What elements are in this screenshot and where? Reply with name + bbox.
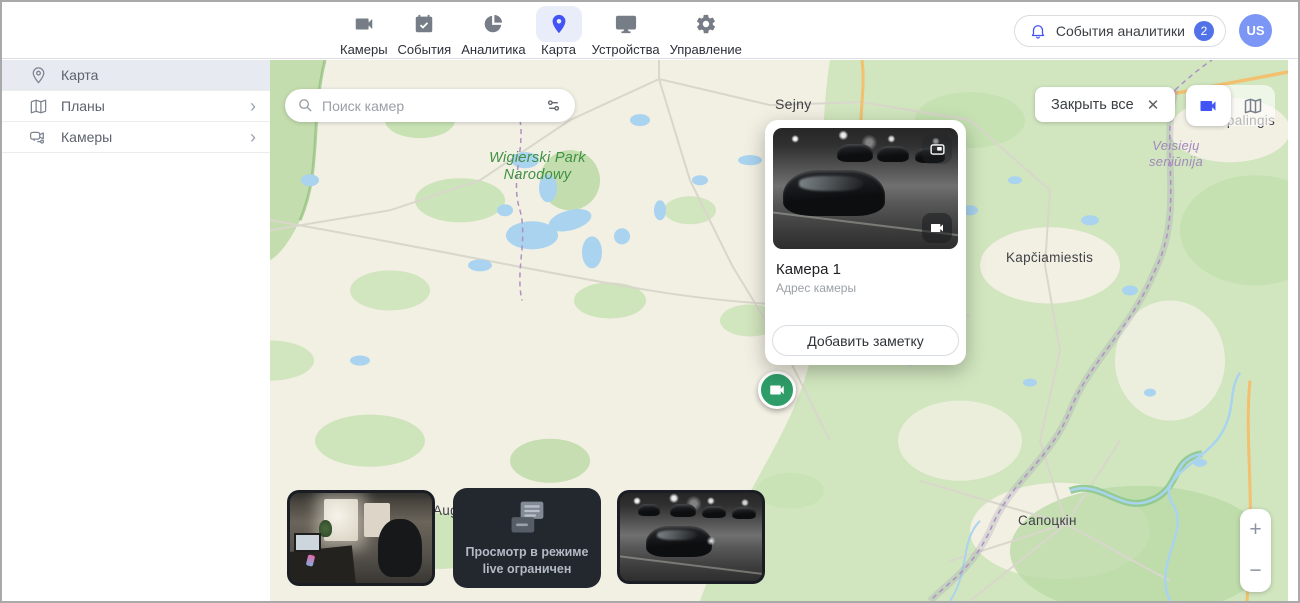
open-in-pip-button[interactable]: [922, 134, 952, 164]
top-nav: Камеры События Аналитика Карта: [340, 6, 742, 57]
tab-events[interactable]: События: [398, 6, 452, 57]
tab-management[interactable]: Управление: [670, 6, 742, 57]
videocam-icon: [1198, 96, 1218, 116]
monitor-shape: [294, 533, 321, 552]
folded-map-icon: [29, 97, 48, 116]
videocam-icon: [929, 220, 945, 236]
gear-icon: [683, 6, 729, 42]
camera-search: [285, 89, 575, 122]
camera-thumbnail-office[interactable]: [287, 490, 435, 586]
cameras-icon: [29, 128, 48, 147]
tab-label: События: [398, 42, 452, 57]
office-preview: [290, 493, 432, 583]
open-in-pip-icon: [929, 141, 946, 158]
sidebar: Карта Планы › Камеры ›: [2, 60, 270, 601]
car-shape: [702, 506, 726, 518]
sidebar-item-map[interactable]: Карта: [2, 60, 270, 91]
camera-thumbnail-restricted[interactable]: Просмотр в режиме live ограничен: [453, 488, 601, 588]
car-shape: [670, 504, 696, 517]
chevron-right-icon: ›: [250, 97, 256, 115]
camera-map-marker[interactable]: [758, 371, 796, 409]
map-label-kapciamiestis: Kapčiamiestis: [1006, 250, 1093, 265]
add-note-button[interactable]: Добавить заметку: [772, 325, 959, 356]
zoom-in-button[interactable]: +: [1240, 509, 1271, 551]
sidebar-item-label: Камеры: [61, 129, 112, 145]
car-shape: [837, 144, 873, 162]
chevron-right-icon: ›: [250, 128, 256, 146]
events-calendar-icon: [401, 6, 447, 42]
car-shape: [877, 146, 909, 162]
tab-label: Карта: [541, 42, 576, 57]
map-label-sapotskin: Сапоцкін: [1018, 513, 1077, 528]
camera-address: Адрес камеры: [776, 281, 958, 295]
map-label-veisieju-seniunija: Veisiejų seniūnija: [1135, 138, 1217, 171]
close-icon: ✕: [1147, 96, 1160, 114]
view-toggle: [1186, 85, 1275, 126]
camera-preview[interactable]: [773, 128, 958, 249]
close-all-label: Закрыть все: [1051, 97, 1134, 113]
folded-map-icon: [1243, 96, 1263, 116]
map-label-sejny: Sejny: [775, 96, 812, 112]
chair-shape: [378, 519, 422, 577]
archive-stack-icon: [505, 498, 549, 538]
car-shape: [638, 504, 660, 516]
zoom-out-button[interactable]: −: [1240, 551, 1271, 593]
headlight-glow: [706, 537, 716, 545]
tab-label: Аналитика: [461, 42, 525, 57]
bell-icon: [1029, 22, 1047, 40]
events-count-badge: 2: [1194, 21, 1214, 41]
videocam-icon: [768, 381, 786, 399]
map-zoom-control: + −: [1240, 509, 1271, 592]
camera-type-badge: [922, 213, 952, 243]
map-pin-outline-icon: [29, 66, 48, 85]
pie-chart-icon: [470, 6, 516, 42]
sidebar-item-label: Карта: [61, 67, 98, 83]
camera-title: Камера 1: [776, 261, 958, 278]
map-pin-icon: [536, 6, 582, 42]
header: Камеры События Аналитика Карта: [2, 2, 1298, 59]
tab-cameras[interactable]: Камеры: [340, 6, 388, 57]
tab-analytics[interactable]: Аналитика: [461, 6, 525, 57]
map-label-wigierski-park: Wigierski Park Narodowy: [475, 150, 600, 185]
car-shape: [783, 170, 885, 216]
camera-view-toggle[interactable]: [1186, 85, 1231, 126]
app-window: Камеры События Аналитика Карта: [0, 0, 1300, 603]
videocam-icon: [341, 6, 387, 42]
restricted-message: Просмотр в режиме live ограничен: [461, 544, 593, 578]
sidebar-item-cameras[interactable]: Камеры ›: [2, 122, 270, 153]
tab-label: Устройства: [592, 42, 660, 57]
tab-label: Камеры: [340, 42, 388, 57]
sidebar-item-plans[interactable]: Планы ›: [2, 91, 270, 122]
camera-popup-card: Камера 1 Адрес камеры Добавить заметку: [765, 120, 966, 365]
events-button-label: События аналитики: [1056, 23, 1185, 39]
car-shape: [732, 507, 756, 519]
search-icon: [297, 97, 314, 114]
map-area: Sejny Wigierski Park Narodowy Kapčiamies…: [270, 60, 1288, 601]
map-view-toggle[interactable]: [1231, 85, 1276, 126]
monitor-icon: [603, 6, 649, 42]
parking-preview: [620, 493, 762, 581]
tab-label: Управление: [670, 42, 742, 57]
search-input[interactable]: [322, 98, 536, 114]
analytics-events-button[interactable]: События аналитики 2: [1014, 15, 1226, 47]
camera-thumbnail-parking[interactable]: [617, 490, 765, 584]
tab-devices[interactable]: Устройства: [592, 6, 660, 57]
avatar[interactable]: US: [1239, 14, 1272, 47]
filter-icon[interactable]: [544, 96, 563, 115]
car-shape: [646, 526, 712, 557]
close-all-button[interactable]: Закрыть все ✕: [1035, 87, 1175, 122]
sidebar-item-label: Планы: [61, 98, 105, 114]
tab-map[interactable]: Карта: [536, 6, 582, 57]
